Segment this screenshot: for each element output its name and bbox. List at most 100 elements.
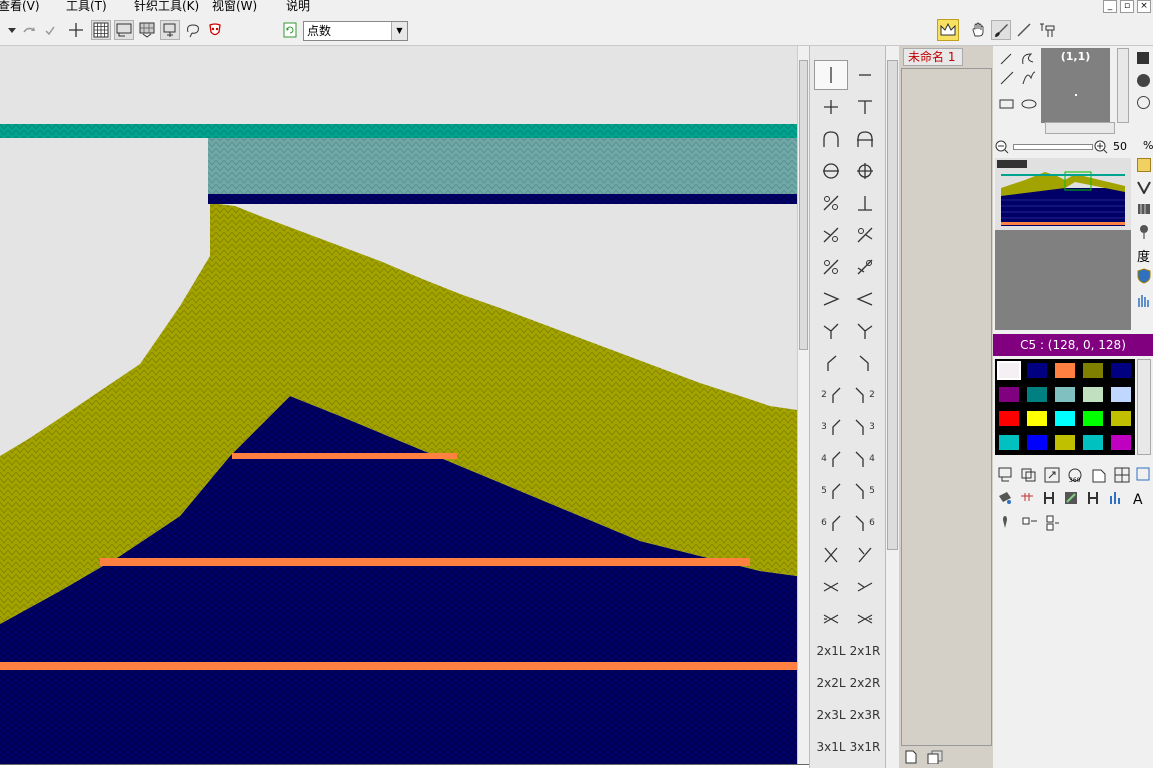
new-document-icon[interactable] xyxy=(905,750,917,767)
stitch-move-l-4[interactable]: 4 xyxy=(814,444,848,474)
stitch-2x2L[interactable]: 2x2L xyxy=(814,668,848,698)
color-swatch[interactable] xyxy=(1053,361,1077,380)
stitch-arch[interactable] xyxy=(814,124,848,154)
color-swatch[interactable] xyxy=(997,409,1021,428)
color-swatch[interactable] xyxy=(997,433,1021,452)
stitch-cross-double2[interactable] xyxy=(848,604,882,634)
v-icon[interactable] xyxy=(1137,180,1151,197)
bars-icon[interactable] xyxy=(1137,292,1151,311)
knit-pattern[interactable] xyxy=(0,46,797,764)
canvas-vertical-scrollbar[interactable] xyxy=(797,46,809,764)
zoom-out-icon[interactable] xyxy=(995,140,1009,157)
color-swatch[interactable] xyxy=(1109,385,1133,404)
stitch-cross-x[interactable] xyxy=(814,540,848,570)
stitch-greater[interactable] xyxy=(814,284,848,314)
navigator-box[interactable]: (1,1) xyxy=(1041,48,1110,123)
circle-outline-icon[interactable] xyxy=(1137,96,1150,109)
brush-icon[interactable] xyxy=(991,20,1011,40)
restore-button[interactable]: ▫ xyxy=(1120,0,1134,13)
menu-window[interactable]: 视窗(W) xyxy=(212,0,257,13)
lasso-icon[interactable] xyxy=(183,20,203,40)
grid-icon[interactable] xyxy=(91,20,111,40)
knit-canvas[interactable] xyxy=(0,46,797,764)
stitch-tuck[interactable] xyxy=(848,92,882,122)
stitch-scrollbar-thumb[interactable] xyxy=(887,60,898,550)
menu-view[interactable]: 查看(V) xyxy=(0,0,40,13)
stitch-move-r-3[interactable]: 3 xyxy=(848,412,882,442)
stitch-cross-small[interactable] xyxy=(814,572,848,602)
stitch-transfer-r[interactable] xyxy=(814,220,848,250)
hand-icon[interactable] xyxy=(968,20,988,40)
stitch-move-r-4[interactable]: 4 xyxy=(848,444,882,474)
color-swatch[interactable] xyxy=(1109,361,1133,380)
pin-icon[interactable] xyxy=(1138,224,1150,243)
stitch-front-knit[interactable] xyxy=(814,60,848,90)
zoom-input[interactable]: 50 xyxy=(1113,139,1139,155)
stitch-2x1L[interactable]: 2x1L xyxy=(814,636,848,666)
select-rect-icon[interactable] xyxy=(114,20,134,40)
color-swatch[interactable] xyxy=(1109,409,1133,428)
menu-help[interactable]: 说明 xyxy=(286,0,310,13)
crown-icon[interactable] xyxy=(937,19,959,41)
menu-knit-tools[interactable]: 针织工具(K) xyxy=(134,0,199,13)
pen-curve-icon[interactable] xyxy=(997,50,1037,115)
document-list[interactable] xyxy=(901,68,992,746)
select-copy-icon[interactable] xyxy=(160,20,180,40)
stitch-transfer[interactable] xyxy=(814,188,848,218)
stitch-move-r-6[interactable]: 6 xyxy=(848,508,882,538)
color-swatch[interactable] xyxy=(1025,361,1049,380)
refresh-icon[interactable] xyxy=(280,20,300,40)
stitch-split-r[interactable] xyxy=(814,252,848,282)
stitch-inverted-t[interactable] xyxy=(848,188,882,218)
thumbnail-preview[interactable] xyxy=(995,158,1131,330)
minimize-button[interactable]: _ xyxy=(1103,0,1117,13)
scrollbar-thumb[interactable] xyxy=(799,60,808,350)
pattern-grid-icon[interactable] xyxy=(137,20,157,40)
stitch-move-l-5[interactable]: 5 xyxy=(814,476,848,506)
stitch-move-r-5[interactable]: 5 xyxy=(848,476,882,506)
stitch-2x3R[interactable]: 2x3R xyxy=(848,700,882,730)
color-swatch[interactable] xyxy=(1053,433,1077,452)
crosshair-icon[interactable] xyxy=(66,20,86,40)
mask-icon[interactable] xyxy=(205,20,225,40)
color-swatch[interactable] xyxy=(1053,409,1077,428)
color-swatch[interactable] xyxy=(1081,385,1105,404)
stitch-3x1L[interactable]: 3x1L xyxy=(814,732,848,762)
color-swatch[interactable] xyxy=(997,385,1021,404)
stitch-move-l-3[interactable]: 3 xyxy=(814,412,848,442)
circle-filled-icon[interactable] xyxy=(1137,74,1150,87)
stitch-3x1R[interactable]: 3x1R xyxy=(848,732,882,762)
stitch-cross[interactable] xyxy=(814,92,848,122)
color-swatch[interactable] xyxy=(1025,409,1049,428)
stitch-move-l-2[interactable]: 2 xyxy=(814,380,848,410)
palette-scrollbar[interactable] xyxy=(1137,359,1151,455)
stitch-cross-x2[interactable] xyxy=(848,540,882,570)
color-swatch[interactable] xyxy=(1025,385,1049,404)
line-tool-icon[interactable] xyxy=(1014,20,1034,40)
stitch-cross-double[interactable] xyxy=(814,604,848,634)
chevron-down-icon[interactable]: ▼ xyxy=(391,22,407,40)
stitch-y-right[interactable] xyxy=(848,316,882,346)
square-icon[interactable] xyxy=(1137,52,1149,64)
stitch-circle[interactable] xyxy=(814,156,848,186)
stitch-2x1R[interactable]: 2x1R xyxy=(848,636,882,666)
document-tab[interactable]: 未命名 1 xyxy=(903,48,963,66)
color-palette[interactable] xyxy=(995,359,1135,455)
structure-icon[interactable] xyxy=(1037,20,1057,40)
stitch-move-r-2[interactable]: 2 xyxy=(848,380,882,410)
machine-icon[interactable] xyxy=(1137,202,1151,219)
color-swatch[interactable] xyxy=(997,361,1021,380)
zoom-in-icon[interactable] xyxy=(1094,140,1108,157)
zoom-slider[interactable] xyxy=(1013,144,1093,150)
stitch-move-r[interactable] xyxy=(848,348,882,378)
navigator-hscroll[interactable] xyxy=(1045,122,1115,134)
stitch-scrollbar[interactable] xyxy=(885,46,899,768)
stitch-move-l-6[interactable]: 6 xyxy=(814,508,848,538)
stitch-back-knit[interactable] xyxy=(848,60,882,90)
color-tools-icons[interactable]: 360 A xyxy=(997,466,1153,536)
stitch-move-l[interactable] xyxy=(814,348,848,378)
stitch-2x2R[interactable]: 2x2R xyxy=(848,668,882,698)
color-swatch[interactable] xyxy=(1053,385,1077,404)
stitch-transfer-l[interactable] xyxy=(848,220,882,250)
grid-color-icon[interactable] xyxy=(1137,158,1151,172)
